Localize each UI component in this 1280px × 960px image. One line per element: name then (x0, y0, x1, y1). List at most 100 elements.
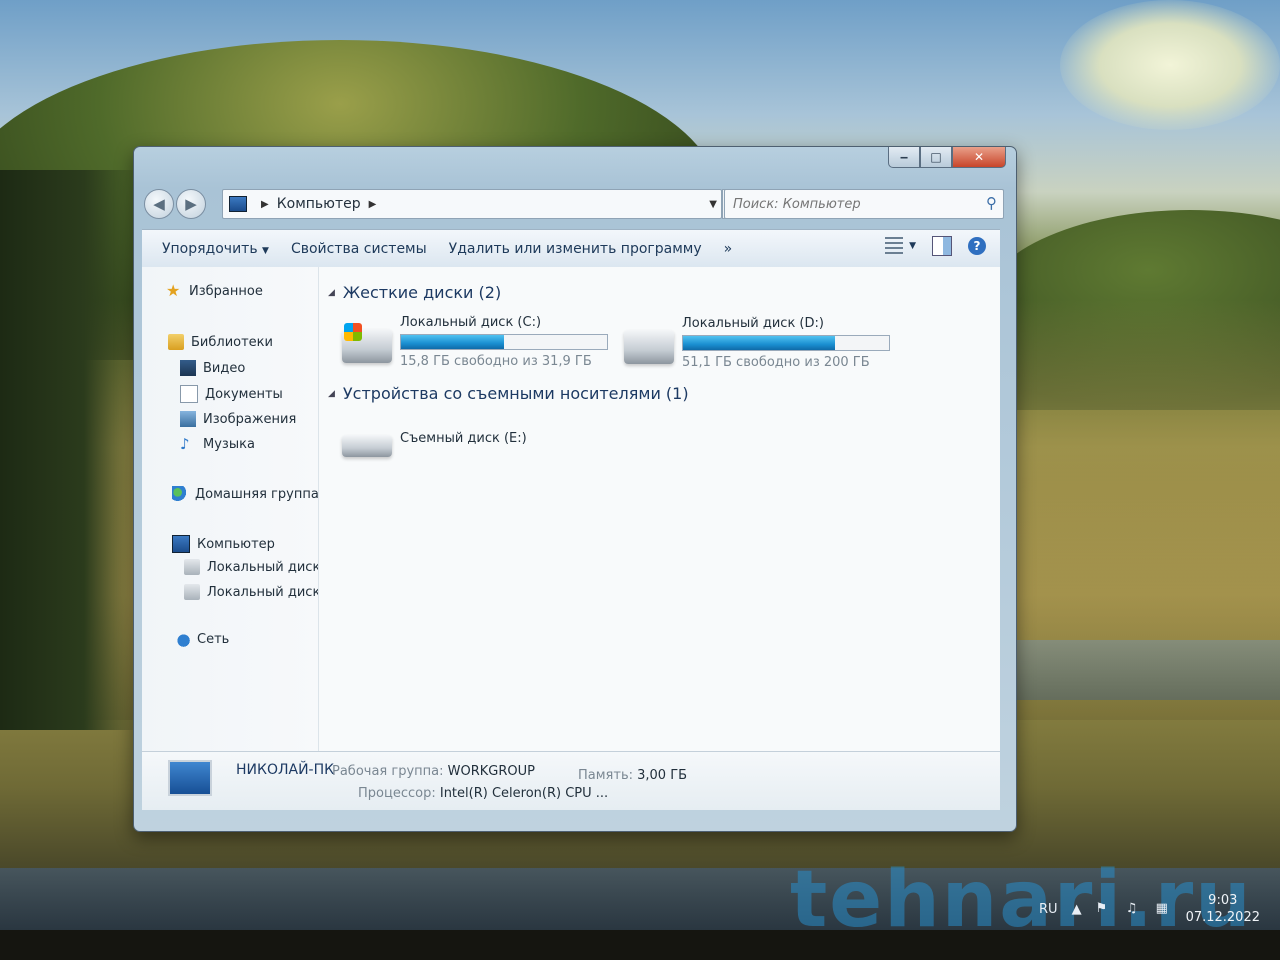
forward-button[interactable]: ▶ (176, 189, 206, 219)
drive-e-name: Съемный диск (E:) (400, 431, 527, 446)
nav-music[interactable]: ♪ Музыка (180, 436, 255, 452)
minimize-button[interactable]: ‒ (888, 147, 920, 168)
show-hidden-icons-icon[interactable]: ▲ (1072, 902, 1082, 917)
collapse-triangle-icon[interactable]: ◢ (328, 389, 335, 399)
nav-homegroup[interactable]: Домашняя группа (172, 486, 319, 502)
computer-icon (229, 196, 247, 212)
windows-drive-icon (342, 323, 392, 363)
clock-time: 9:03 (1208, 893, 1238, 908)
network-tray-icon[interactable]: ▦ (1156, 901, 1172, 917)
breadcrumb-chevron-icon[interactable]: ▶ (261, 199, 269, 210)
music-note-icon: ♪ (180, 436, 190, 452)
breadcrumb-chevron-icon[interactable]: ▶ (369, 199, 377, 210)
nav-favorites[interactable]: ★ Избранное (166, 283, 263, 299)
nav-documents-label: Документы (205, 386, 283, 402)
drive-c-usage-bar (400, 334, 608, 350)
drive-d-info: Локальный диск (D:) 51,1 ГБ свободно из … (682, 316, 890, 370)
nav-libraries[interactable]: Библиотеки (168, 334, 273, 350)
flag-icon[interactable]: ⚑ (1096, 901, 1112, 917)
nav-network-label: Сеть (197, 631, 230, 647)
explorer-body: ★ Избранное Библиотеки Видео Документы И… (142, 267, 1000, 751)
removable-drive-icon (342, 435, 392, 457)
back-button[interactable]: ◀ (144, 189, 174, 219)
nav-drive-c[interactable]: Локальный диск (C (184, 559, 318, 575)
nav-homegroup-label: Домашняя группа (195, 486, 319, 502)
clock[interactable]: 9:03 07.12.2022 (1186, 892, 1260, 926)
removable-group-header[interactable]: ◢ Устройства со съемными носителями (1) (328, 384, 689, 403)
content-pane: ◢ Жесткие диски (2) Локальный диск (C:) … (320, 267, 1000, 751)
search-input[interactable] (725, 190, 975, 218)
nav-libraries-label: Библиотеки (191, 334, 273, 350)
back-arrow-icon: ◀ (153, 195, 165, 213)
drive-icon (184, 559, 200, 575)
libraries-icon (168, 334, 184, 350)
drive-d-usage-bar (682, 335, 890, 351)
nav-images[interactable]: Изображения (180, 411, 296, 427)
drive-c-name: Локальный диск (C:) (400, 315, 542, 330)
nav-video[interactable]: Видео (180, 360, 245, 376)
drive-c-free-space: 15,8 ГБ свободно из 31,9 ГБ (400, 354, 592, 369)
help-icon[interactable]: ? (968, 237, 986, 255)
drive-d-item[interactable]: Локальный диск (D:) 51,1 ГБ свободно из … (624, 316, 890, 370)
memory-label: Память: (578, 768, 633, 783)
chevron-down-icon: ▼ (262, 246, 269, 256)
drive-c-info: Локальный диск (C:) 15,8 ГБ свободно из … (400, 315, 608, 369)
computer-name: НИКОЛАЙ-ПК (236, 762, 335, 778)
search-box[interactable]: ⚲ (724, 189, 1004, 219)
address-bar[interactable]: ▶ Компьютер ▶ ▼ (222, 189, 722, 219)
nav-images-label: Изображения (203, 411, 297, 427)
wallpaper-trees (0, 170, 140, 730)
system-properties-button[interactable]: Свойства системы (291, 241, 427, 257)
change-view-icon[interactable] (885, 237, 904, 255)
pictures-icon (180, 411, 196, 427)
hard-drives-group-header[interactable]: ◢ Жесткие диски (2) (328, 283, 501, 302)
preview-pane-icon[interactable] (932, 236, 952, 256)
uninstall-program-button[interactable]: Удалить или изменить программу (449, 241, 702, 257)
wallpaper-river (990, 640, 1280, 700)
volume-icon[interactable]: ♫ (1126, 901, 1142, 917)
view-dropdown-icon[interactable]: ▼ (909, 241, 916, 251)
navigation-pane: ★ Избранное Библиотеки Видео Документы И… (142, 267, 319, 751)
video-icon (180, 360, 196, 376)
breadcrumb-computer[interactable]: Компьютер (277, 196, 361, 212)
drive-c-item[interactable]: Локальный диск (C:) 15,8 ГБ свободно из … (342, 315, 608, 369)
nav-documents[interactable]: Документы (180, 385, 283, 403)
drive-d-name: Локальный диск (D:) (682, 316, 824, 331)
details-pane: НИКОЛАЙ-ПК Рабочая группа: WORKGROUP Пам… (142, 751, 1000, 810)
organize-button[interactable]: Упорядочить ▼ (162, 241, 269, 257)
collapse-triangle-icon[interactable]: ◢ (328, 288, 335, 298)
nav-drive-c-label: Локальный диск (C (207, 559, 318, 575)
command-bar: Упорядочить ▼ Свойства системы Удалить и… (142, 229, 1000, 269)
hard-drives-header-label: Жесткие диски (2) (342, 283, 502, 302)
removable-header-label: Устройства со съемными носителями (1) (342, 384, 689, 403)
nav-drive-d-label: Локальный диск (D (207, 584, 318, 600)
drive-icon (184, 584, 200, 600)
system-tray: RU ▲ ⚑ ♫ ▦ 9:03 07.12.2022 (1039, 892, 1260, 926)
drive-d-usage-fill (683, 336, 836, 350)
search-icon[interactable]: ⚲ (986, 194, 997, 212)
language-indicator[interactable]: RU (1039, 902, 1058, 917)
navigation-bar: ◀ ▶ ▶ Компьютер ▶ ▼ ⇆ ⚲ (144, 187, 1006, 221)
close-button[interactable]: ✕ (952, 147, 1006, 168)
nav-network[interactable]: Сеть (174, 631, 229, 647)
computer-monitor-icon (168, 760, 212, 796)
maximize-button[interactable]: □ (920, 147, 952, 168)
network-icon (174, 631, 190, 647)
workgroup-value: WORKGROUP (447, 764, 535, 779)
document-icon (180, 385, 198, 403)
drive-e-item[interactable]: Съемный диск (E:) (342, 431, 527, 457)
nav-computer-label: Компьютер (197, 536, 275, 552)
explorer-window[interactable]: ‒ □ ✕ ◀ ▶ ▶ Компьютер ▶ ▼ ⇆ ⚲ Упорядочит… (133, 146, 1017, 832)
forward-arrow-icon: ▶ (185, 195, 197, 213)
nav-drive-d[interactable]: Локальный диск (D (184, 584, 318, 600)
address-dropdown-icon[interactable]: ▼ (709, 199, 717, 210)
nav-computer[interactable]: Компьютер (172, 535, 275, 553)
view-controls: ▼ ? (885, 236, 986, 256)
drive-e-info: Съемный диск (E:) (400, 431, 527, 457)
more-commands-button[interactable]: » (724, 241, 733, 257)
nav-video-label: Видео (203, 360, 246, 376)
organize-label: Упорядочить (162, 241, 258, 257)
cpu-row: Процессор: Intel(R) Celeron(R) CPU ... (358, 786, 608, 801)
clock-date: 07.12.2022 (1185, 910, 1260, 925)
drive-icon (624, 330, 674, 364)
